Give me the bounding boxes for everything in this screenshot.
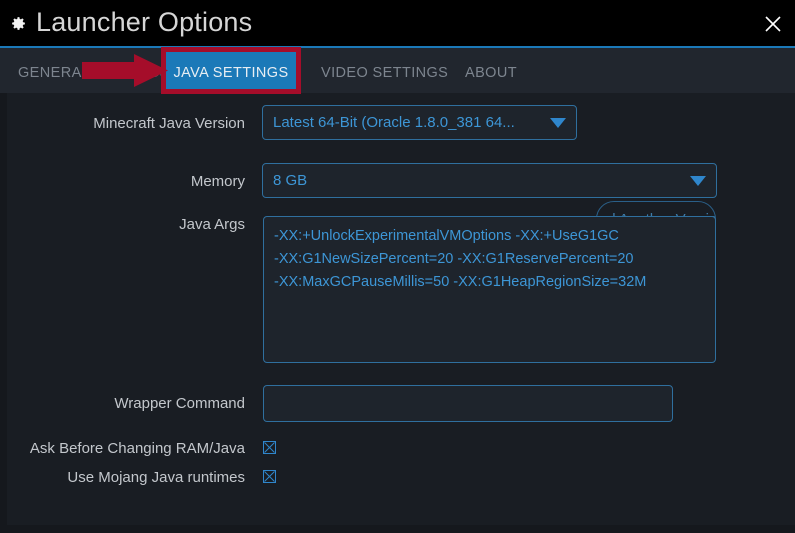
window-title: Launcher Options <box>36 7 253 37</box>
java-args-label: Java Args <box>179 216 245 233</box>
ask-before-changing-ram-checkbox[interactable] <box>263 441 276 454</box>
chevron-down-icon <box>690 175 706 186</box>
tab-label: JAVA SETTINGS <box>173 64 289 81</box>
java-version-value: Latest 64-Bit (Oracle 1.8.0_381 64... <box>273 114 515 131</box>
tab-video-settings[interactable]: VIDEO SETTINGS <box>303 50 466 95</box>
java-args-line: -XX:+UnlockExperimentalVMOptions -XX:+Us… <box>274 228 619 244</box>
left-gutter <box>0 93 7 525</box>
tab-bar: GENERAL SETTINGS JAVA SETTINGS VIDEO SET… <box>0 46 795 95</box>
tab-about[interactable]: ABOUT <box>447 50 535 95</box>
use-mojang-java-runtimes-checkbox[interactable] <box>263 470 276 483</box>
gear-icon <box>10 15 27 32</box>
java-args-textarea[interactable]: -XX:+UnlockExperimentalVMOptions -XX:+Us… <box>263 216 716 363</box>
wrapper-command-input[interactable] <box>263 385 673 422</box>
wrapper-command-label: Wrapper Command <box>114 395 245 412</box>
java-settings-panel: Minecraft Java Version Latest 64-Bit (Or… <box>0 93 795 525</box>
launcher-options-window: Launcher Options GENERAL SETTINGS JAVA S… <box>0 0 795 533</box>
java-args-line: -XX:MaxGCPauseMillis=50 -XX:G1HeapRegion… <box>274 274 647 290</box>
tab-label: GENERAL SETTINGS <box>18 64 170 81</box>
tab-general-settings[interactable]: GENERAL SETTINGS <box>0 50 188 95</box>
ask-before-changing-ram-label: Ask Before Changing RAM/Java <box>29 440 245 457</box>
window-titlebar: Launcher Options <box>0 0 795 46</box>
use-mojang-java-runtimes-label: Use Mojang Java runtimes <box>67 469 245 486</box>
memory-value: 8 GB <box>273 172 308 189</box>
tab-java-settings[interactable]: JAVA SETTINGS <box>161 50 301 95</box>
memory-dropdown[interactable]: 8 GB <box>262 163 717 198</box>
close-icon[interactable] <box>759 10 787 38</box>
java-args-line: -XX:G1NewSizePercent=20 -XX:G1ReservePer… <box>274 251 634 267</box>
chevron-down-icon <box>550 117 566 128</box>
footer-strip <box>0 525 795 533</box>
java-version-label: Minecraft Java Version <box>93 115 245 132</box>
tab-label: ABOUT <box>465 64 517 81</box>
java-version-dropdown[interactable]: Latest 64-Bit (Oracle 1.8.0_381 64... <box>262 105 577 140</box>
memory-label: Memory <box>190 173 245 190</box>
tab-label: VIDEO SETTINGS <box>321 64 449 81</box>
